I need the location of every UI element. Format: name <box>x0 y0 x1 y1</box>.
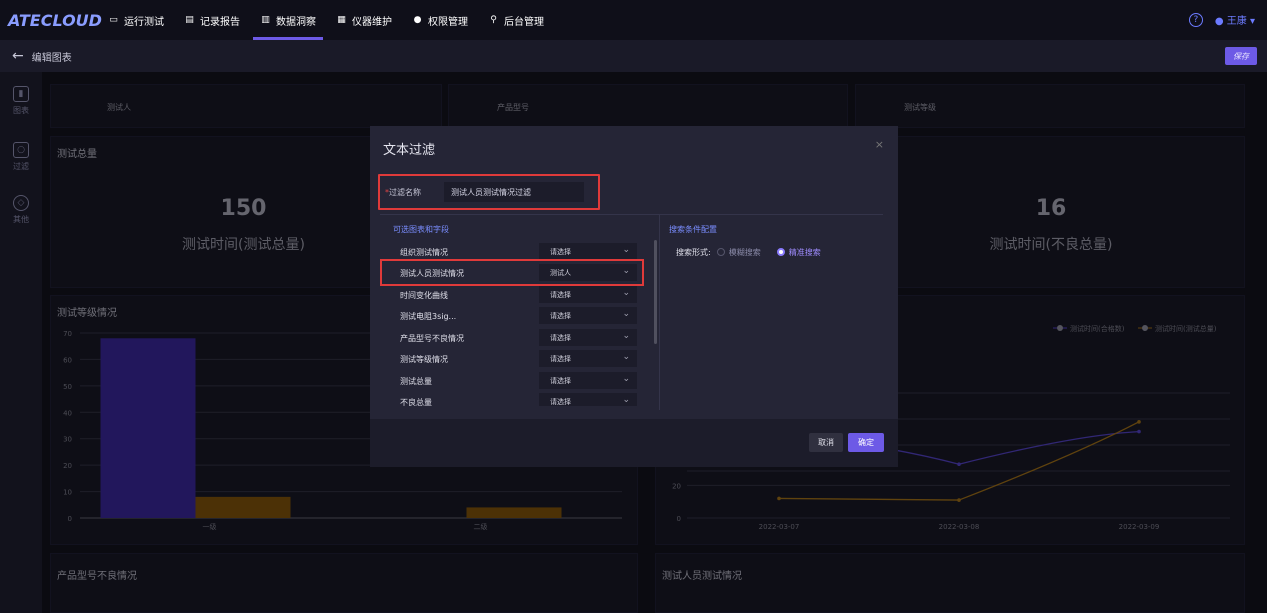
filter-name-row: *过滤名称 测试人员测试情况过滤 <box>378 174 600 210</box>
user-name: 王康 <box>1226 16 1247 27</box>
backend-icon: ⚲ <box>490 15 497 25</box>
permission-icon: ● <box>413 15 422 25</box>
chevron-down-icon: ⌄ <box>622 288 630 298</box>
radio-icon <box>716 248 725 256</box>
nav-permission[interactable]: ● 权限管理 <box>402 0 478 40</box>
scrollbar[interactable] <box>654 240 657 344</box>
help-icon[interactable]: ? <box>1188 12 1203 27</box>
user-area: ? ● 王康 ▾ <box>1188 12 1255 27</box>
app-logo[interactable]: ATECLOUD <box>8 11 102 30</box>
divider <box>380 214 883 215</box>
field-name: 时间变化曲线 <box>400 291 448 300</box>
user-icon: ● <box>1214 16 1224 27</box>
clipboard-icon: ▤ <box>185 15 194 25</box>
field-row: 时间变化曲线 请选择 ⌄ <box>370 285 660 305</box>
cancel-button[interactable]: 取消 <box>809 433 843 452</box>
nav-data-insight[interactable]: ▥ 数据洞察 <box>250 0 326 40</box>
field-name: 测试等级情况 <box>400 355 448 364</box>
user-menu[interactable]: ● 王康 ▾ <box>1215 12 1255 27</box>
filter-name-label-text: 过滤名称 <box>389 188 421 197</box>
insight-icon: ▥ <box>261 15 270 25</box>
radio-checked-icon <box>776 248 785 256</box>
radio-exact-search[interactable]: 精准搜索 <box>776 247 821 258</box>
sidebar-label: 其他 <box>13 215 29 224</box>
filter-name-input[interactable]: 测试人员测试情况过滤 <box>444 182 584 202</box>
field-row: 不良总量 请选择 ⌄ <box>370 392 660 406</box>
field-select[interactable]: 请选择 ⌄ <box>539 307 637 324</box>
radio-fuzzy-search[interactable]: 模糊搜索 <box>716 247 761 258</box>
nav-backend[interactable]: ⚲ 后台管理 <box>478 0 554 40</box>
nav-record-report[interactable]: ▤ 记录报告 <box>174 0 250 40</box>
field-select-value: 请选择 <box>550 311 571 320</box>
chevron-down-icon: ⌄ <box>622 309 630 319</box>
caret-down-icon: ▾ <box>1249 16 1255 27</box>
field-row: 测试等级情况 请选择 ⌄ <box>370 349 660 369</box>
nav-run-test[interactable]: ▭ 运行测试 <box>98 0 174 40</box>
config-header: 搜索条件配置 <box>669 225 717 234</box>
close-icon[interactable]: × <box>875 138 884 151</box>
nav-label: 权限管理 <box>428 16 468 28</box>
field-select[interactable]: 请选择 ⌄ <box>539 393 637 406</box>
chevron-down-icon: ⌄ <box>622 331 630 341</box>
field-row: 产品型号不良情况 请选择 ⌄ <box>370 328 660 348</box>
field-name: 测试电阻3sig... <box>400 312 457 321</box>
chevron-down-icon: ⌄ <box>622 374 630 384</box>
instrument-icon: ▦ <box>337 15 346 25</box>
field-name: 不良总量 <box>400 398 432 406</box>
field-select-value: 请选择 <box>550 333 571 342</box>
sidebar-label: 过滤 <box>13 162 29 171</box>
field-select-value: 请选择 <box>550 397 571 406</box>
monitor-icon: ▭ <box>109 15 118 25</box>
nav-label: 运行测试 <box>124 16 164 28</box>
sidebar-item-other[interactable]: ◇ 其他 <box>0 195 42 225</box>
chevron-down-icon: ⌄ <box>622 352 630 362</box>
nav-label: 后台管理 <box>504 16 544 28</box>
field-select-value: 请选择 <box>550 247 571 256</box>
save-button[interactable]: 保存 <box>1225 47 1257 65</box>
nav-instrument[interactable]: ▦ 仪器维护 <box>326 0 402 40</box>
field-select[interactable]: 请选择 ⌄ <box>539 286 637 303</box>
radio-label: 模糊搜索 <box>728 248 761 257</box>
field-name: 产品型号不良情况 <box>400 334 464 343</box>
dialog-title: 文本过滤 <box>383 143 436 158</box>
search-type-label: 搜索形式: <box>676 248 711 257</box>
field-select[interactable]: 请选择 ⌄ <box>539 350 637 367</box>
back-arrow-icon[interactable]: ← <box>12 48 24 64</box>
search-type-group: 搜索形式: 模糊搜索 精准搜索 <box>676 247 821 258</box>
dialog-footer: 取消 确定 <box>370 419 898 467</box>
filter-name-label: *过滤名称 <box>385 187 421 198</box>
radio-label: 精准搜索 <box>788 248 821 257</box>
chevron-down-icon: ⌄ <box>622 395 630 405</box>
confirm-button[interactable]: 确定 <box>848 433 884 452</box>
page-header: ← 编辑图表 保存 <box>0 40 1267 72</box>
sidebar-item-filter[interactable]: ○ 过滤 <box>0 142 42 172</box>
nav-label: 记录报告 <box>200 16 240 28</box>
field-select[interactable]: 请选择 ⌄ <box>539 372 637 389</box>
cube-icon: ◇ <box>13 195 29 211</box>
nav-label: 数据洞察 <box>276 16 316 28</box>
field-select-value: 请选择 <box>550 354 571 363</box>
field-select-value: 请选择 <box>550 376 571 385</box>
page-title: 编辑图表 <box>31 52 72 64</box>
text-filter-dialog: 文本过滤 × *过滤名称 测试人员测试情况过滤 可选图表和字段 搜索条件配置 组… <box>370 126 898 467</box>
field-select-value: 请选择 <box>550 290 571 299</box>
nav-label: 仪器维护 <box>352 16 392 28</box>
chart-icon: ▮ <box>13 86 29 102</box>
chevron-down-icon: ⌄ <box>622 245 630 255</box>
field-row: 测试电阻3sig... 请选择 ⌄ <box>370 306 660 326</box>
field-select[interactable]: 请选择 ⌄ <box>539 329 637 346</box>
sidebar-item-chart[interactable]: ▮ 图表 <box>0 86 42 116</box>
field-row: 测试总量 请选择 ⌄ <box>370 371 660 391</box>
field-name: 测试总量 <box>400 377 432 386</box>
top-nav-bar: ATECLOUD ▭ 运行测试 ▤ 记录报告 ▥ 数据洞察 ▦ 仪器维护 ● 权限管理 ⚲… <box>0 0 1267 40</box>
sidebar-label: 图表 <box>13 106 29 115</box>
fields-header: 可选图表和字段 <box>393 225 449 234</box>
field-name: 组织测试情况 <box>400 248 448 257</box>
field-select[interactable]: 请选择 ⌄ <box>539 243 637 260</box>
filter-icon: ○ <box>13 142 29 158</box>
highlighted-field-row <box>380 259 644 286</box>
left-toolbar: ▮ 图表 ○ 过滤 ◇ 其他 <box>0 72 42 613</box>
